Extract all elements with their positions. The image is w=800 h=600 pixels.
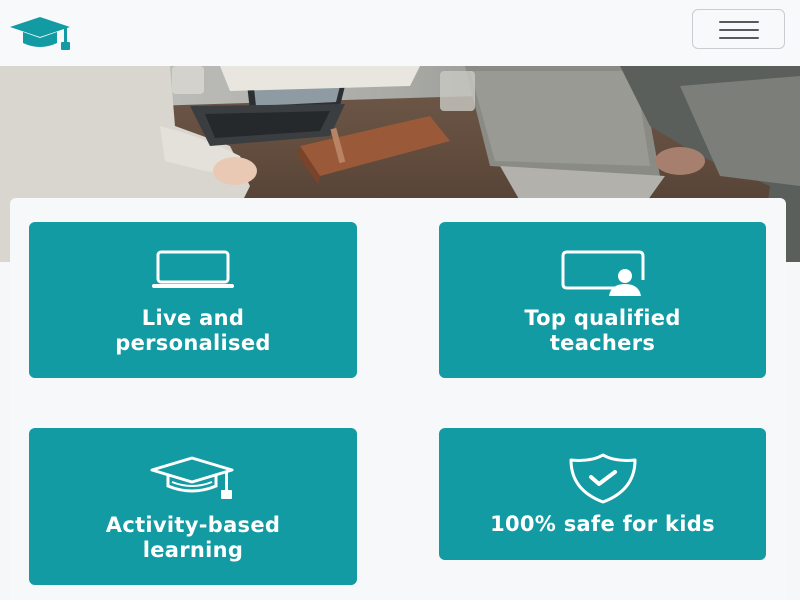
feature-label: Live and personalised <box>115 306 271 355</box>
feature-card-qualified-teachers[interactable]: Top qualified teachers <box>439 222 766 378</box>
feature-label: Top qualified teachers <box>524 306 681 355</box>
laptop-icon <box>150 250 236 296</box>
graduation-cap-logo-icon[interactable] <box>8 14 74 52</box>
teacher-board-icon <box>559 250 647 300</box>
menu-toggle-button[interactable] <box>692 9 785 49</box>
navbar <box>0 0 800 66</box>
graduation-cap-icon <box>150 456 236 506</box>
feature-card-safe-for-kids[interactable]: 100% safe for kids <box>439 428 766 560</box>
feature-card-activity-learning[interactable]: Activity-based learning <box>29 428 357 585</box>
shield-check-icon <box>565 452 641 508</box>
feature-label: 100% safe for kids <box>490 512 715 536</box>
hamburger-menu-icon <box>719 21 759 39</box>
feature-card-live-personalised[interactable]: Live and personalised <box>29 222 357 378</box>
feature-label: Activity-based learning <box>105 513 281 562</box>
